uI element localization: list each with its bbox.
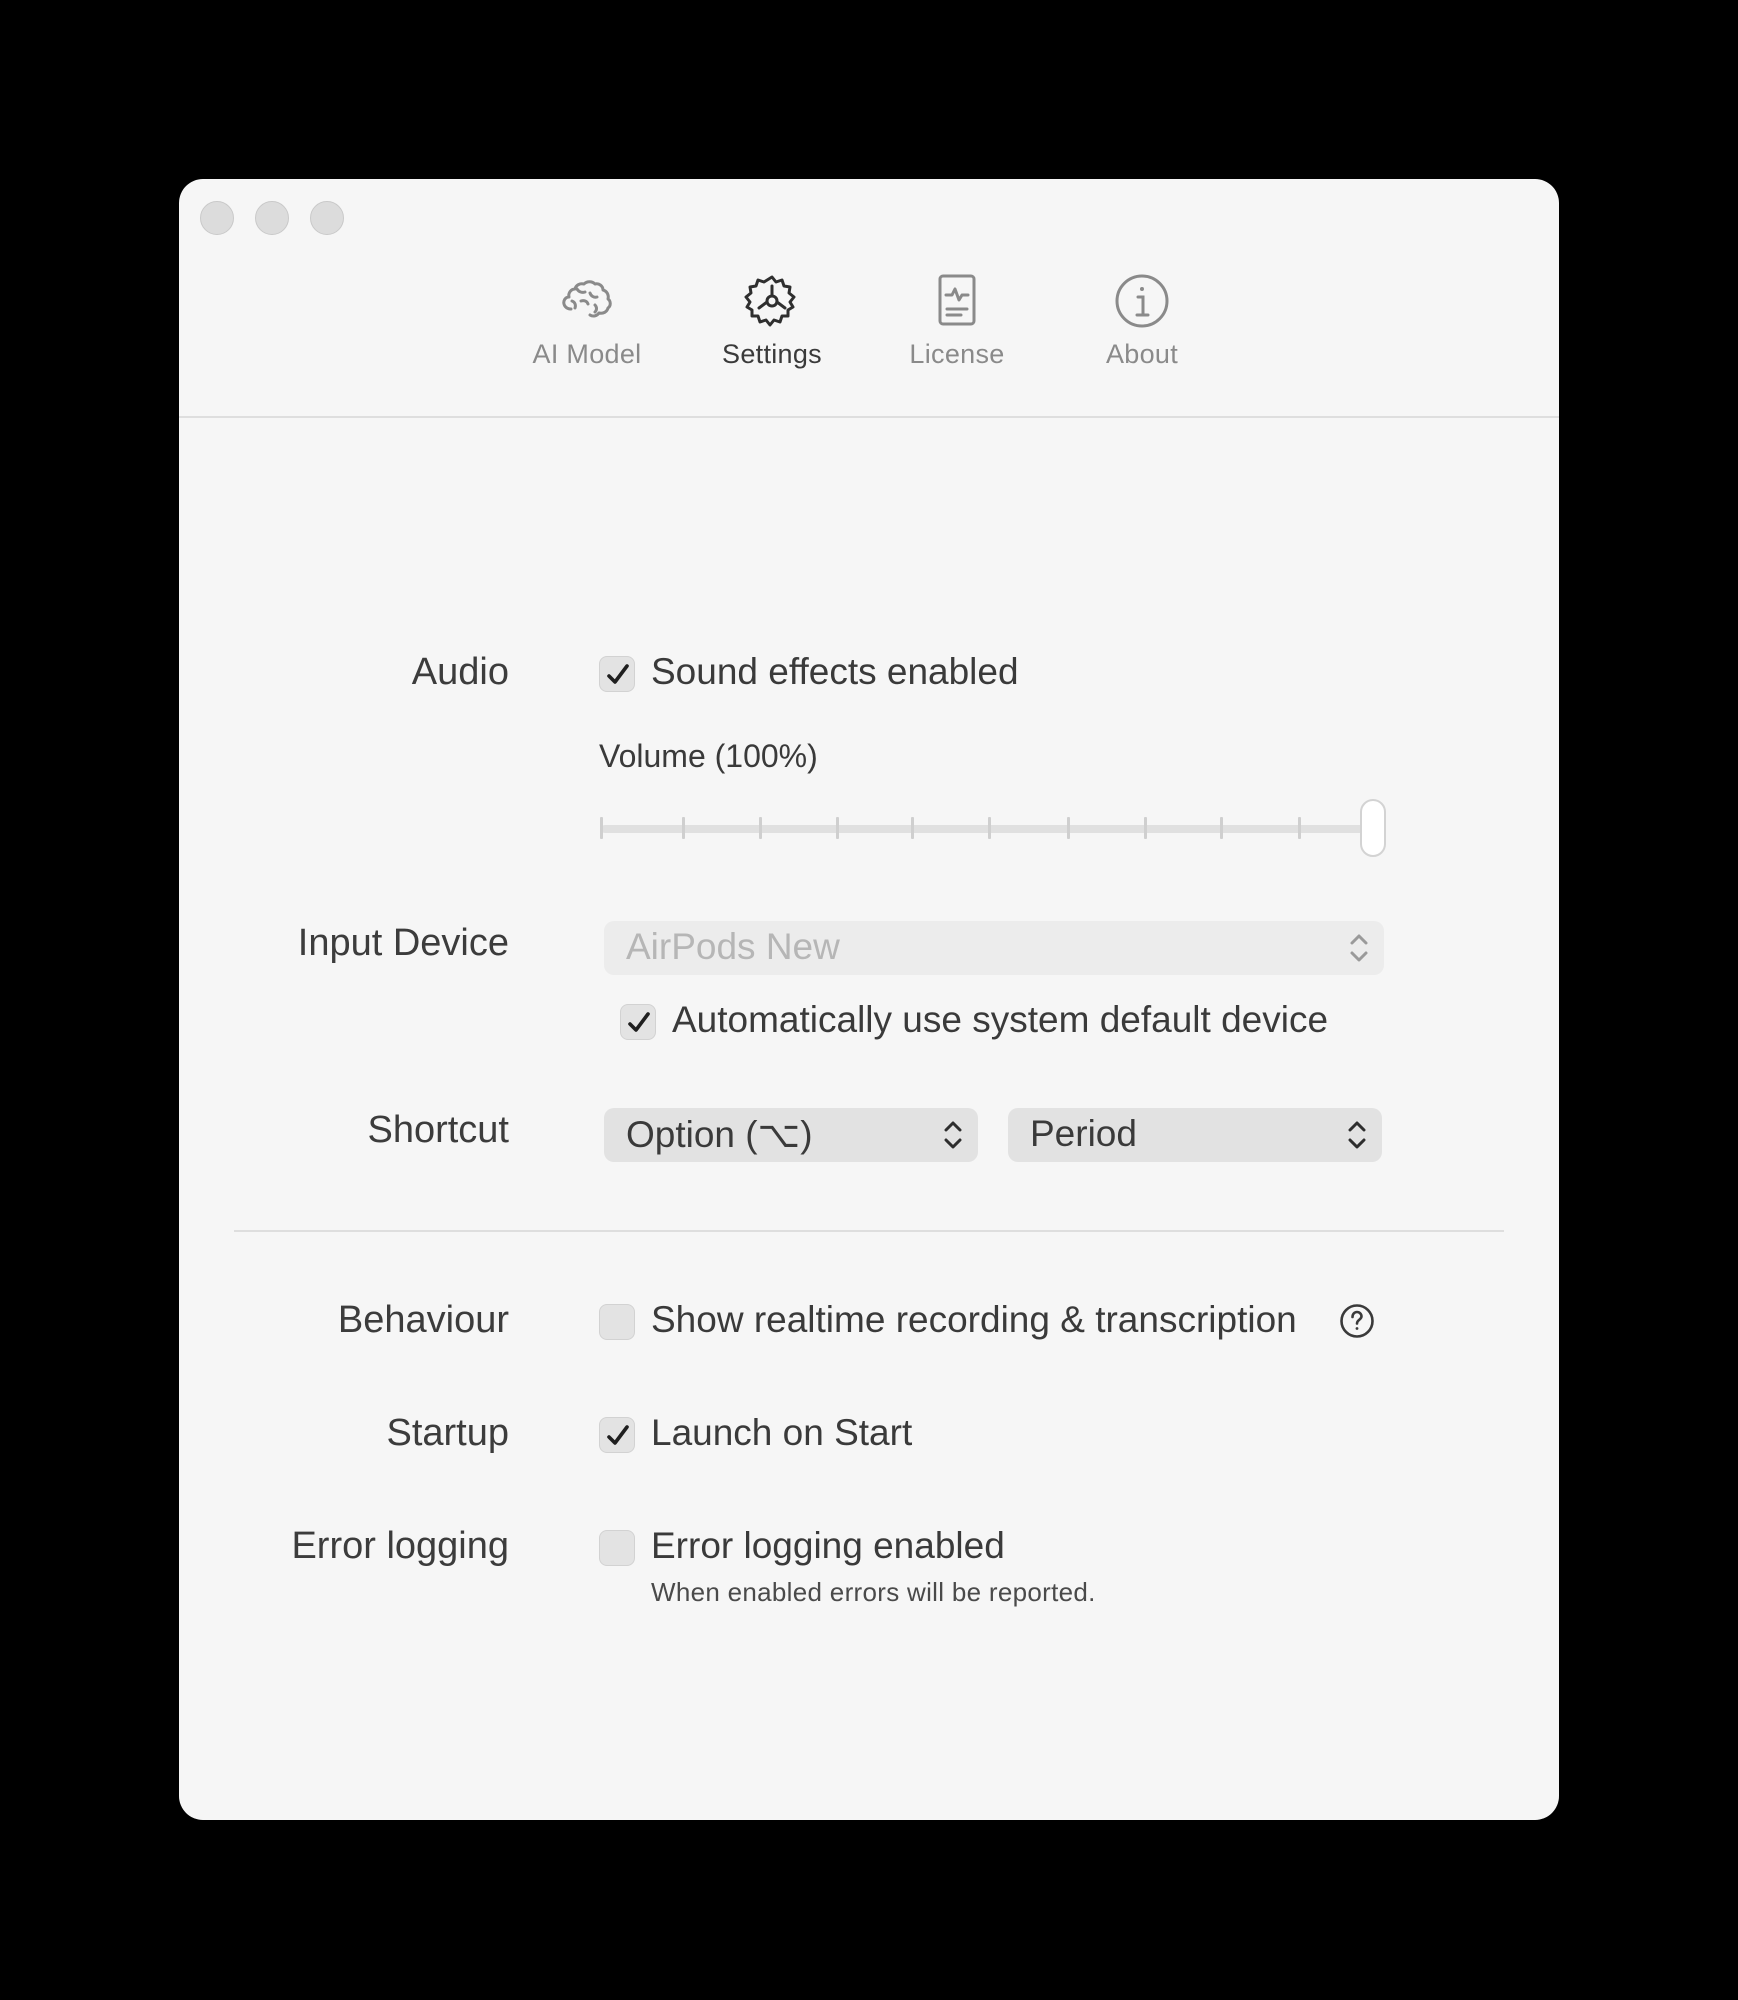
slider-tick: [1067, 817, 1070, 839]
tab-ai-model[interactable]: AI Model: [512, 271, 662, 370]
error-logging-enabled-label: Error logging enabled: [651, 1525, 1005, 1566]
slider-tick: [911, 817, 914, 839]
slider-tick: [759, 817, 762, 839]
tab-about[interactable]: About: [1067, 271, 1217, 370]
launch-on-start-checkbox[interactable]: [599, 1417, 635, 1453]
shortcut-key-select[interactable]: Period: [1008, 1108, 1382, 1162]
tab-label-about: About: [1105, 339, 1179, 369]
shortcut-key-value: Period: [1030, 1113, 1137, 1154]
slider-tick: [1144, 817, 1147, 839]
checkmark-icon: [628, 1012, 650, 1032]
auto-default-device-label: Automatically use system default device: [672, 999, 1329, 1040]
audio-label: Audio: [411, 651, 509, 693]
preferences-toolbar: AI Model Settings License About: [179, 179, 1559, 418]
tab-label-license: License: [909, 339, 1005, 369]
sound-effects-label: Sound effects enabled: [651, 651, 1019, 692]
toolbar-divider: [179, 416, 1559, 418]
updown-chevron-icon: [944, 1121, 962, 1149]
gear-icon: [744, 275, 796, 327]
shortcut-modifier-select[interactable]: Option (⌥): [604, 1108, 978, 1162]
launch-on-start-label: Launch on Start: [651, 1412, 913, 1453]
tab-license[interactable]: License: [882, 271, 1032, 370]
realtime-transcription-checkbox[interactable]: [599, 1304, 635, 1340]
slider-tick: [1220, 817, 1223, 839]
settings-window: AI Model Settings License About Audio So…: [179, 179, 1559, 1820]
shortcut-modifier-value: Option (⌥): [626, 1114, 813, 1155]
error-logging-label: Error logging: [291, 1525, 509, 1567]
updown-chevron-icon: [1350, 934, 1368, 962]
brain-icon: [562, 280, 612, 318]
tab-settings[interactable]: Settings: [697, 271, 847, 370]
updown-chevron-icon: [1348, 1121, 1366, 1149]
checkmark-icon: [607, 664, 629, 684]
shortcut-label: Shortcut: [367, 1109, 509, 1151]
question-mark-circle-icon[interactable]: [1339, 1303, 1375, 1339]
slider-tick: [1298, 817, 1301, 839]
input-device-value: AirPods New: [626, 926, 840, 967]
realtime-transcription-label: Show realtime recording & transcription: [651, 1299, 1297, 1340]
slider-tick: [600, 817, 603, 839]
slider-tick: [836, 817, 839, 839]
tab-label-settings: Settings: [722, 339, 822, 369]
tab-label-ai-model: AI Model: [532, 339, 642, 369]
input-device-label: Input Device: [297, 922, 509, 964]
error-logging-checkbox[interactable]: [599, 1530, 635, 1566]
sound-effects-checkbox[interactable]: [599, 656, 635, 692]
checkmark-icon: [607, 1425, 629, 1445]
behaviour-label: Behaviour: [337, 1299, 509, 1341]
input-device-select[interactable]: AirPods New: [604, 921, 1384, 975]
volume-label: Volume (100%): [599, 738, 818, 774]
license-document-icon: [938, 274, 976, 326]
auto-default-device-checkbox[interactable]: [620, 1004, 656, 1040]
info-icon: [1115, 274, 1169, 328]
section-divider: [234, 1230, 1504, 1232]
error-logging-description: When enabled errors will be reported.: [651, 1577, 1096, 1607]
volume-slider-track[interactable]: [601, 825, 1373, 833]
slider-tick: [682, 817, 685, 839]
slider-tick: [988, 817, 991, 839]
volume-slider-thumb[interactable]: [1360, 799, 1386, 857]
startup-label: Startup: [386, 1412, 509, 1454]
